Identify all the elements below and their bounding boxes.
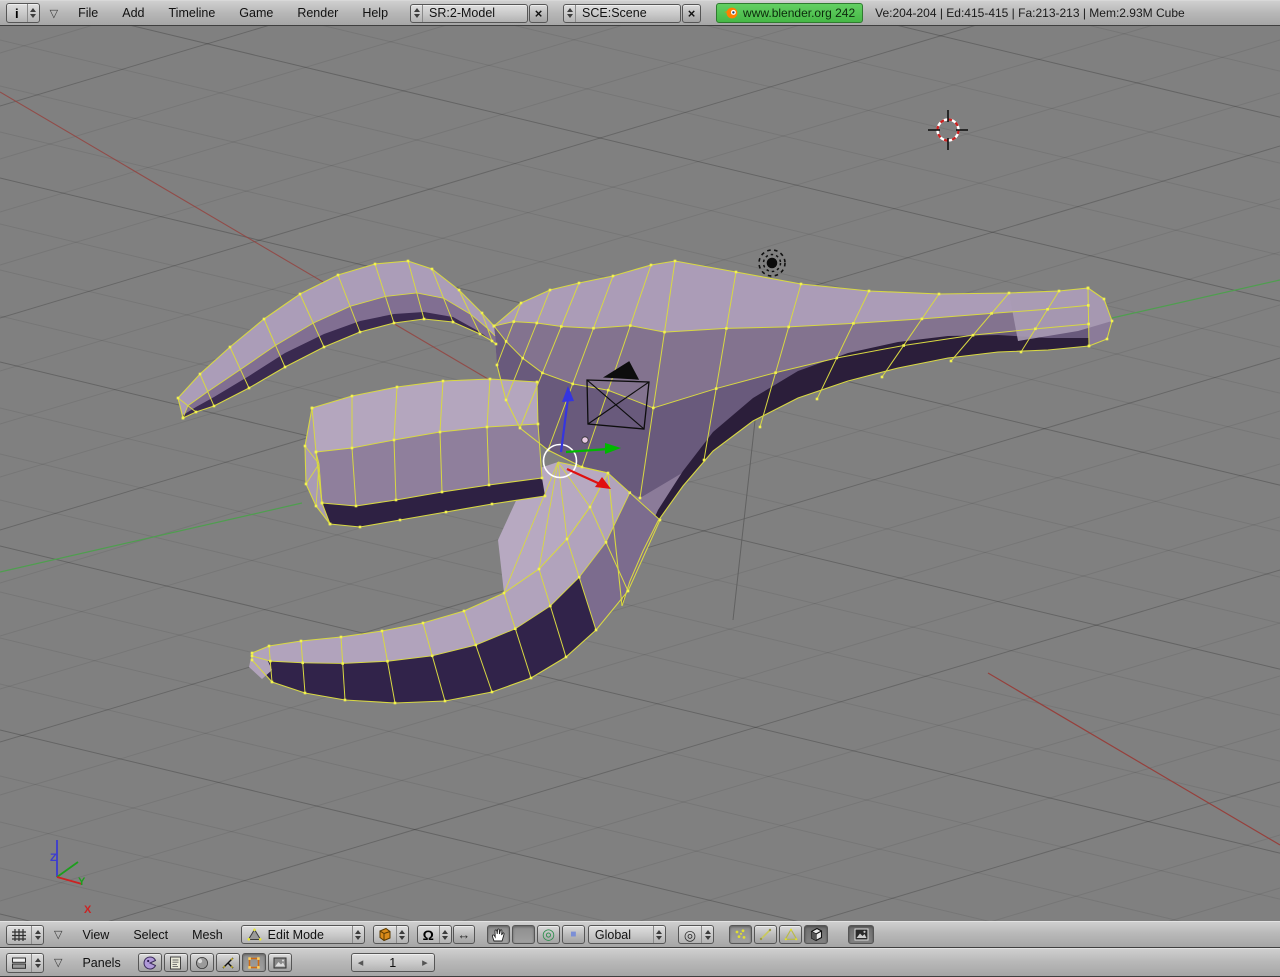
screen-selector-value: SR:2-Model: [423, 6, 527, 20]
hand-icon: [491, 928, 505, 942]
editmode-icon: [247, 928, 262, 941]
top-header: i ▽ File Add Timeline Game Render Help S…: [0, 0, 1280, 26]
translate-manipulator-button[interactable]: [512, 925, 535, 944]
occlude-geometry-button[interactable]: [804, 925, 828, 944]
screen-close-icon[interactable]: ×: [529, 4, 548, 23]
window-type-stepper-buttons[interactable]: [31, 954, 43, 972]
collapse-menu-icon-buttons[interactable]: ▽: [54, 956, 62, 969]
rotate-manipulator-icon: ◎: [542, 927, 555, 942]
menu-render[interactable]: Render: [285, 6, 350, 20]
falloff-icon: ◎: [679, 928, 701, 942]
script-icon: [169, 956, 182, 970]
shading-icon: [195, 956, 209, 970]
solid-draw-icon: [377, 927, 393, 942]
window-type-stepper-3d[interactable]: [31, 926, 43, 944]
scene-statistics: Ve:204-204 | Ed:415-415 | Fa:213-213 | M…: [875, 6, 1185, 20]
collapse-menu-icon[interactable]: ▽: [50, 7, 58, 20]
object-center-dot: [582, 437, 588, 443]
mode-selector[interactable]: Edit Mode: [241, 925, 365, 944]
object-context-button[interactable]: [216, 953, 240, 972]
face-select-icon: [784, 928, 798, 941]
mode-selector-value: Edit Mode: [262, 928, 352, 942]
scene-stepper[interactable]: [564, 5, 576, 22]
menu-select[interactable]: Select: [121, 928, 180, 942]
screen-stepper[interactable]: [411, 5, 423, 22]
mode-stepper[interactable]: [352, 926, 364, 943]
logic-icon: [143, 956, 157, 970]
shading-context-button[interactable]: [190, 953, 214, 972]
version-badge-text: www.blender.org 242: [743, 6, 855, 20]
buttons-window-header: ▽ Panels: [0, 948, 1280, 977]
window-type-selector-3d[interactable]: [6, 925, 44, 945]
falloff-selector[interactable]: ◎: [678, 925, 714, 944]
render-preview-button[interactable]: [848, 925, 874, 944]
panels-menu[interactable]: Panels: [70, 956, 132, 970]
gizmo-z-label: Z: [50, 852, 57, 864]
proportional-edit-button[interactable]: ↔: [453, 925, 475, 944]
scene-selector-value: SCE:Scene: [576, 6, 680, 20]
occlude-cube-icon: [809, 927, 824, 942]
face-select-button[interactable]: [779, 925, 802, 944]
frame-number-stepper[interactable]: ◂ 1 ▸: [351, 953, 435, 972]
scene-selector[interactable]: SCE:Scene: [563, 4, 681, 23]
blender-logo-icon: [724, 6, 738, 20]
vertex-select-button[interactable]: [729, 925, 752, 944]
gizmo-y-label: Y: [78, 876, 85, 888]
view3d-header: ▽ View Select Mesh Edit Mode Ω ↔ ◎: [0, 921, 1280, 948]
screen-selector[interactable]: SR:2-Model: [410, 4, 528, 23]
menu-game[interactable]: Game: [227, 6, 285, 20]
frame-number-value: 1: [383, 956, 402, 970]
menu-help[interactable]: Help: [350, 6, 400, 20]
window-type-stepper[interactable]: [27, 4, 39, 22]
menu-timeline[interactable]: Timeline: [157, 6, 228, 20]
window-type-selector[interactable]: i: [6, 3, 40, 23]
scene-icon: [273, 957, 287, 969]
render-image-icon: [854, 928, 869, 941]
script-context-button[interactable]: [164, 953, 188, 972]
scale-manipulator-icon: ■: [570, 930, 576, 940]
frame-next-icon[interactable]: ▸: [422, 956, 428, 969]
lamp-object[interactable]: [759, 250, 785, 276]
buttons-window-icon: [11, 956, 27, 970]
draw-type-selector[interactable]: [373, 925, 409, 944]
menu-file[interactable]: File: [66, 6, 110, 20]
rotate-manipulator-button[interactable]: ◎: [537, 925, 560, 944]
viewport-3d[interactable]: [0, 26, 1280, 921]
falloff-stepper[interactable]: [701, 926, 713, 943]
scale-manipulator-button[interactable]: ■: [562, 925, 585, 944]
info-window-icon: i: [7, 6, 27, 21]
logic-context-button[interactable]: [138, 953, 162, 972]
menu-mesh[interactable]: Mesh: [180, 928, 235, 942]
blender-version-badge[interactable]: www.blender.org 242: [716, 3, 863, 23]
frame-prev-icon[interactable]: ◂: [358, 956, 364, 969]
pivot-stepper[interactable]: [439, 926, 451, 943]
draw-type-stepper[interactable]: [396, 926, 408, 943]
edge-select-icon: [759, 928, 772, 941]
gizmo-x-label: X: [84, 904, 91, 916]
proportional-edit-icon: ↔: [457, 928, 470, 941]
menu-add[interactable]: Add: [110, 6, 156, 20]
object-icon: [221, 956, 235, 970]
mesh-cube-editmode[interactable]: [177, 260, 1114, 705]
edge-select-button[interactable]: [754, 925, 777, 944]
editing-context-button[interactable]: [242, 953, 266, 972]
window-type-selector-buttons[interactable]: [6, 953, 44, 973]
vertex-select-icon: [734, 928, 747, 941]
menu-view[interactable]: View: [70, 928, 121, 942]
collapse-menu-icon-3d[interactable]: ▽: [54, 928, 62, 941]
scene-context-button[interactable]: [268, 953, 292, 972]
scene-close-icon[interactable]: ×: [682, 4, 701, 23]
orientation-selector[interactable]: Global: [588, 925, 666, 944]
editing-icon: [247, 956, 261, 970]
pivot-selector[interactable]: Ω: [417, 925, 452, 944]
pivot-icon: Ω: [418, 928, 439, 942]
orientation-stepper[interactable]: [653, 926, 665, 943]
manipulator-toggle-button[interactable]: [487, 925, 510, 944]
view3d-window-icon: [11, 928, 27, 942]
orientation-value: Global: [589, 928, 653, 942]
